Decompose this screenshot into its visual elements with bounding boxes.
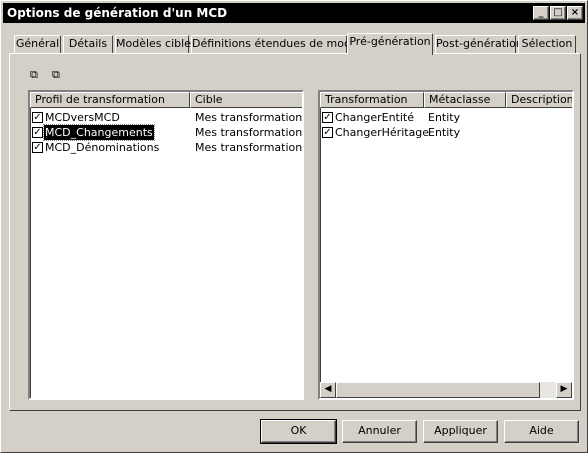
tab-details[interactable]: Détails <box>63 35 113 54</box>
item-checkbox[interactable]: ✓ <box>322 112 333 123</box>
transformation-list[interactable]: Transformation Métaclasse Description ✓ … <box>318 90 574 400</box>
tab-selection[interactable]: Sélection <box>518 35 576 54</box>
profile-target: Mes transformations <box>195 111 304 124</box>
help-button[interactable]: Aide <box>504 420 579 443</box>
tab-strip: Général Détails Modèles cible Définition… <box>11 33 581 55</box>
list-item[interactable]: ✓ MCD_Changements Mes transformations <box>30 124 304 141</box>
horizontal-scrollbar[interactable]: ◀ ▶ <box>320 382 572 398</box>
transformation-profile-list[interactable]: Profil de transformation Cible ✓ MCDvers… <box>28 90 304 400</box>
profile-name: MCD_Changements <box>43 124 155 141</box>
scroll-right-icon[interactable]: ▶ <box>556 382 572 398</box>
transformation-name: ChangerHéritage <box>335 126 430 139</box>
deselect-all-icon[interactable]: ⧉ <box>52 69 66 81</box>
title-bar[interactable]: Options de génération d'un MCD _ □ × <box>3 3 585 23</box>
profile-name: MCDversMCD <box>45 111 120 124</box>
ok-button[interactable]: OK <box>260 419 337 444</box>
tab-extended-definitions[interactable]: Définitions étendues de modèle <box>191 35 368 54</box>
transformation-metaclass: Entity <box>428 111 461 124</box>
transformation-metaclass: Entity <box>428 126 461 139</box>
tab-post-generation[interactable]: Post-génération <box>435 35 523 54</box>
profile-target: Mes transformations <box>195 126 304 139</box>
column-header-metaclass[interactable]: Métaclasse <box>424 92 506 108</box>
list-item[interactable]: ✓ ChangerEntité Entity <box>320 110 572 125</box>
tab-general[interactable]: Général <box>14 35 61 54</box>
column-header-profile[interactable]: Profil de transformation <box>30 92 190 108</box>
column-header-description[interactable]: Description <box>506 92 572 108</box>
scroll-left-icon[interactable]: ◀ <box>320 382 336 398</box>
column-header-transformation[interactable]: Transformation <box>320 92 424 108</box>
item-checkbox[interactable]: ✓ <box>32 112 43 123</box>
window-title: Options de génération d'un MCD <box>7 6 228 20</box>
tab-pre-generation[interactable]: Pré-génération <box>347 33 433 55</box>
transformation-name: ChangerEntité <box>335 111 415 124</box>
profile-name: MCD_Dénominations <box>45 141 160 154</box>
profile-target: Mes transformations <box>195 141 304 154</box>
cancel-button[interactable]: Annuler <box>342 420 417 443</box>
close-button[interactable]: × <box>567 6 583 20</box>
column-header-target[interactable]: Cible <box>190 92 302 108</box>
list-item[interactable]: ✓ MCD_Dénominations Mes transformations <box>30 140 302 155</box>
apply-button[interactable]: Appliquer <box>423 420 498 443</box>
tab-target-models[interactable]: Modèles cible <box>115 35 191 54</box>
minimize-button[interactable]: _ <box>533 6 549 20</box>
list-item[interactable]: ✓ MCDversMCD Mes transformations <box>30 110 302 125</box>
list-item[interactable]: ✓ ChangerHéritage Entity <box>320 125 572 140</box>
item-checkbox[interactable]: ✓ <box>322 127 333 138</box>
select-all-icon[interactable]: ⧉ <box>30 69 44 81</box>
tab-panel: ⧉ ⧉ Profil de transformation Cible ✓ MCD… <box>9 53 581 411</box>
dialog-window: Options de génération d'un MCD _ □ × Gén… <box>0 0 588 453</box>
item-checkbox[interactable]: ✓ <box>32 127 43 138</box>
scrollbar-thumb[interactable] <box>336 382 540 398</box>
item-checkbox[interactable]: ✓ <box>32 142 43 153</box>
maximize-button[interactable]: □ <box>550 6 566 20</box>
